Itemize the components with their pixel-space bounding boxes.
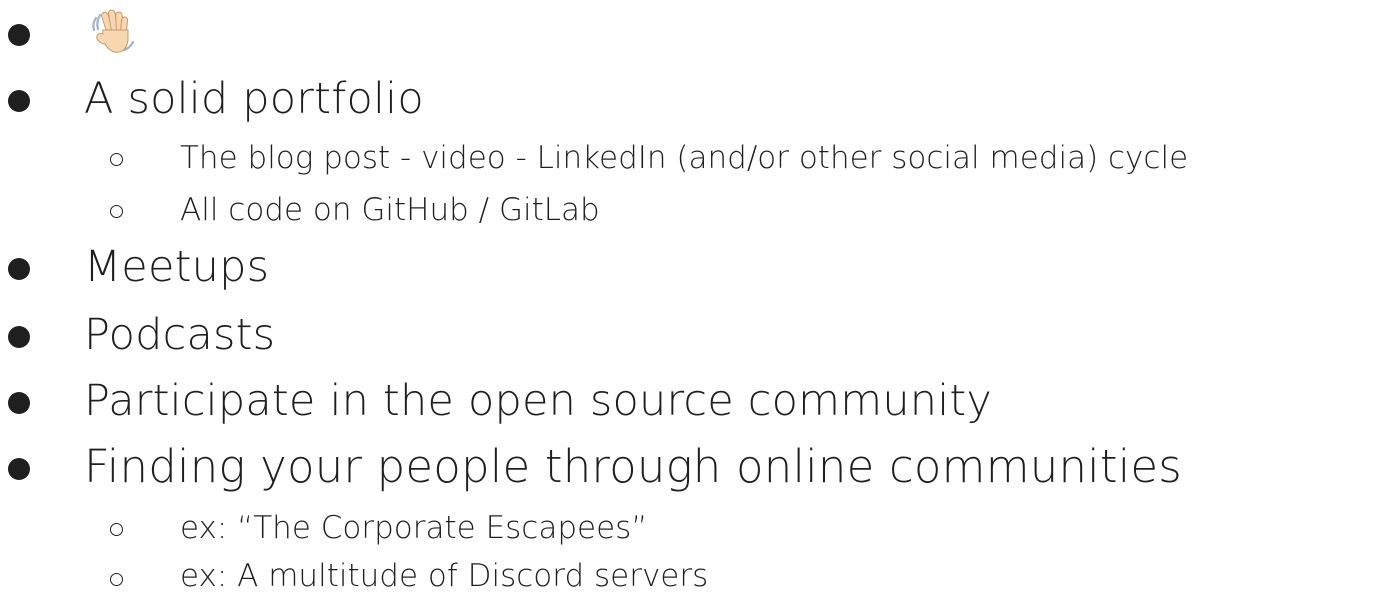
bullet-dot xyxy=(8,458,30,480)
slide-bullet-list: A solid portfolio The blog post - video … xyxy=(0,0,1383,593)
bullet-circle xyxy=(110,523,123,536)
bullet-dot xyxy=(8,90,30,112)
bullet-circle xyxy=(110,205,123,218)
list-item-online-communities: Finding your people through online commu… xyxy=(84,440,1182,493)
list-item-meetups: Meetups xyxy=(84,242,270,292)
waving-hand-icon xyxy=(92,9,135,53)
list-item-portfolio: A solid portfolio xyxy=(84,74,424,124)
bullet-dot xyxy=(8,392,30,414)
sub-item-discord-servers: ex: A multitude of Discord servers xyxy=(180,558,709,594)
list-item-open-source: Participate in the open source community xyxy=(84,376,993,426)
bullet-circle xyxy=(110,573,123,586)
sub-item-corporate-escapees: ex: “The Corporate Escapees” xyxy=(180,510,648,546)
list-item-podcasts: Podcasts xyxy=(84,310,276,360)
sub-item-blog-cycle: The blog post - video - LinkedIn (and/or… xyxy=(180,140,1189,176)
bullet-dot xyxy=(8,24,30,46)
bullet-dot xyxy=(8,258,30,280)
bullet-circle xyxy=(110,153,123,166)
sub-item-code-hosting: All code on GitHub / GitLab xyxy=(180,192,600,228)
bullet-dot xyxy=(8,326,30,348)
